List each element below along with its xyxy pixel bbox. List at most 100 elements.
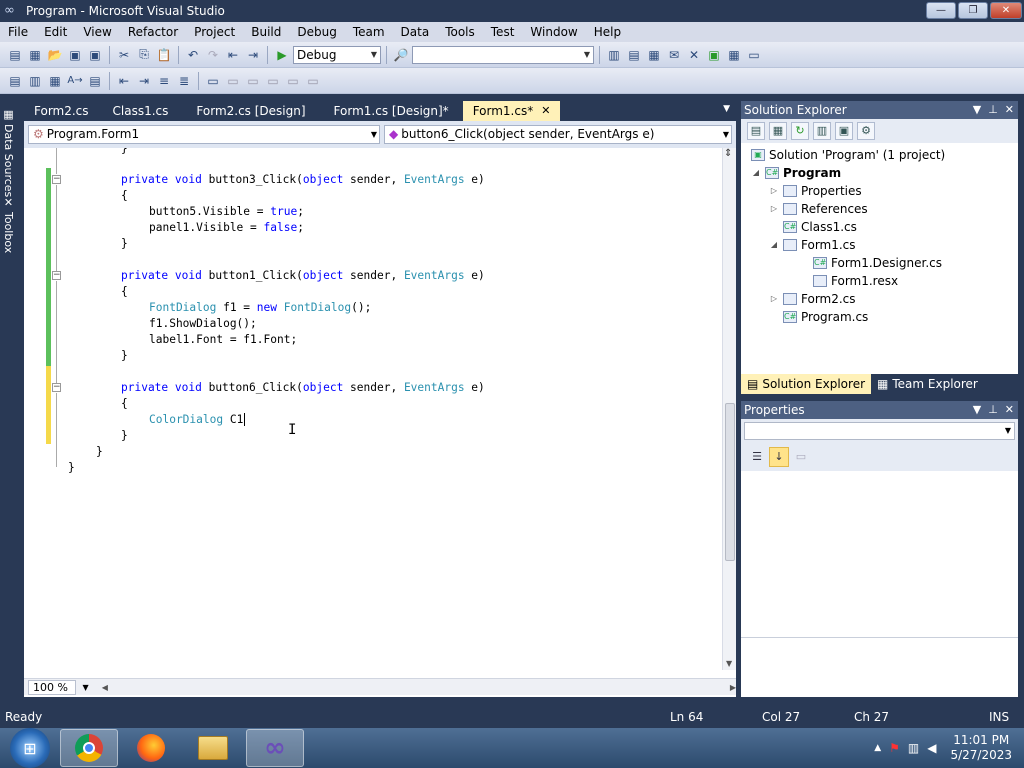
tab-close-icon[interactable]: ✕ bbox=[541, 101, 550, 121]
tree-node-form1-resx[interactable]: Form1.resx bbox=[813, 272, 898, 290]
members-dropdown[interactable]: ◆ button6_Click(object sender, EventArgs … bbox=[384, 125, 732, 144]
horizontal-scrollbar[interactable]: 100 % ▼ ◀ ▶ bbox=[24, 678, 736, 695]
scroll-right-icon[interactable]: ▶ bbox=[730, 683, 736, 692]
menu-build[interactable]: Build bbox=[243, 25, 289, 39]
pin-icon[interactable]: ⊥ bbox=[988, 101, 998, 119]
undo-icon[interactable]: ↶ bbox=[184, 46, 202, 64]
volume-icon[interactable]: ◀ bbox=[927, 741, 936, 755]
new-project-icon[interactable]: ▤ bbox=[6, 46, 24, 64]
add-item-icon[interactable]: ▦ bbox=[26, 46, 44, 64]
close-button[interactable]: ✕ bbox=[990, 2, 1022, 19]
types-dropdown[interactable]: ⚙ Program.Form1 ▼ bbox=[28, 125, 380, 144]
scrollbar-thumb[interactable] bbox=[725, 403, 735, 561]
find-in-files-icon[interactable]: 🔎 bbox=[392, 46, 410, 64]
outdent-icon[interactable]: ⇤ bbox=[115, 72, 133, 90]
navigate-forward-icon[interactable]: ⇥ bbox=[244, 46, 262, 64]
view-code-icon[interactable]: ▥ bbox=[813, 122, 831, 140]
refresh-icon[interactable]: ↻ bbox=[791, 122, 809, 140]
tree-node-references[interactable]: ▷ References bbox=[769, 200, 868, 218]
solution-explorer-icon[interactable]: ▥ bbox=[605, 46, 623, 64]
tab-form2-design[interactable]: Form2.cs [Design] bbox=[182, 101, 319, 121]
action-center-icon[interactable]: ⚑ bbox=[889, 741, 900, 755]
tree-node-class1[interactable]: C# Class1.cs bbox=[783, 218, 857, 236]
object-selector-box[interactable]: ▼ bbox=[744, 422, 1015, 440]
maximize-button[interactable]: ❐ bbox=[958, 2, 988, 19]
clock[interactable]: 11:01 PM 5/27/2023 bbox=[950, 733, 1012, 763]
save-icon[interactable]: ▣ bbox=[66, 46, 84, 64]
vertical-scrollbar[interactable]: ⇕ ▼ bbox=[722, 148, 736, 670]
scroll-down-icon[interactable]: ▼ bbox=[726, 659, 732, 668]
class-diagram-icon[interactable]: ⚙ bbox=[857, 122, 875, 140]
tab-class1-cs[interactable]: Class1.cs bbox=[99, 101, 183, 121]
tab-form1-cs[interactable]: Form1.cs* ✕ bbox=[462, 101, 561, 121]
taskbar-chrome[interactable] bbox=[60, 729, 118, 767]
property-pages-icon[interactable]: ▭ bbox=[791, 447, 811, 467]
tree-node-solution[interactable]: ▣ Solution 'Program' (1 project) bbox=[751, 146, 945, 164]
next-bookmark-folder-icon[interactable]: ▭ bbox=[284, 72, 302, 90]
chevron-down-icon[interactable]: ▼ bbox=[723, 104, 730, 114]
clear-bookmarks-icon[interactable]: ▭ bbox=[304, 72, 322, 90]
menu-data[interactable]: Data bbox=[393, 25, 438, 39]
configuration-select[interactable]: Debug ▼ bbox=[293, 45, 381, 64]
redo-icon[interactable]: ↷ bbox=[204, 46, 222, 64]
taskbar-firefox[interactable] bbox=[122, 729, 180, 767]
split-handle-icon[interactable]: ⇕ bbox=[724, 148, 732, 159]
collapse-icon[interactable]: − bbox=[52, 175, 61, 184]
start-debugging-icon[interactable]: ▶ bbox=[273, 46, 291, 64]
show-hidden-icons-icon[interactable]: ▲ bbox=[874, 743, 881, 753]
menu-project[interactable]: Project bbox=[186, 25, 243, 39]
scroll-left-icon[interactable]: ◀ bbox=[102, 683, 108, 692]
menu-help[interactable]: Help bbox=[586, 25, 629, 39]
panel-menu-icon[interactable]: ▼ bbox=[973, 401, 981, 419]
tree-node-form2[interactable]: ▷ Form2.cs bbox=[769, 290, 856, 308]
toolbox-icon[interactable]: ✉ bbox=[665, 46, 683, 64]
prev-bookmark-icon[interactable]: ▭ bbox=[224, 72, 242, 90]
save-all-icon[interactable]: ▣ bbox=[86, 46, 104, 64]
display-word-icon[interactable]: ▤ bbox=[86, 72, 104, 90]
comment-icon[interactable]: ≡ bbox=[155, 72, 173, 90]
next-bookmark-icon[interactable]: ▭ bbox=[244, 72, 262, 90]
menu-debug[interactable]: Debug bbox=[289, 25, 344, 39]
tree-node-project[interactable]: ◢ C# Program bbox=[751, 164, 841, 182]
indent-icon[interactable]: ⇥ bbox=[135, 72, 153, 90]
complete-word-icon[interactable]: A→ bbox=[66, 72, 84, 90]
parameter-info-icon[interactable]: ▥ bbox=[26, 72, 44, 90]
properties-icon[interactable]: ▤ bbox=[747, 122, 765, 140]
more-windows-icon[interactable]: ▭ bbox=[745, 46, 763, 64]
panel-menu-icon[interactable]: ▼ bbox=[973, 101, 981, 119]
menu-window[interactable]: Window bbox=[522, 25, 585, 39]
tree-node-properties[interactable]: ▷ Properties bbox=[769, 182, 862, 200]
tab-form2-cs[interactable]: Form2.cs bbox=[24, 101, 99, 121]
quick-info-icon[interactable]: ▦ bbox=[46, 72, 64, 90]
open-file-icon[interactable]: 📂 bbox=[46, 46, 64, 64]
menu-team[interactable]: Team bbox=[345, 25, 393, 39]
menu-file[interactable]: File bbox=[0, 25, 36, 39]
start-button[interactable]: ⊞ bbox=[10, 728, 50, 768]
collapse-icon[interactable]: − bbox=[52, 271, 61, 280]
categorized-icon[interactable]: ☰ bbox=[747, 447, 767, 467]
bookmark-icon[interactable]: ▭ bbox=[204, 72, 222, 90]
menu-edit[interactable]: Edit bbox=[36, 25, 75, 39]
properties-window-icon[interactable]: ▤ bbox=[625, 46, 643, 64]
toolbox-tab[interactable]: ✕ Toolbox bbox=[2, 196, 15, 253]
tools-icon[interactable]: ✕ bbox=[685, 46, 703, 64]
menu-refactor[interactable]: Refactor bbox=[120, 25, 186, 39]
tab-form1-design[interactable]: Form1.cs [Design]* bbox=[320, 101, 463, 121]
network-icon[interactable]: ▥ bbox=[908, 741, 919, 755]
tab-solution-explorer[interactable]: ▤ Solution Explorer bbox=[741, 374, 872, 394]
menu-view[interactable]: View bbox=[75, 25, 119, 39]
view-designer-icon[interactable]: ▣ bbox=[835, 122, 853, 140]
tab-team-explorer[interactable]: ▦ Team Explorer bbox=[871, 374, 984, 394]
cut-icon[interactable]: ✂ bbox=[115, 46, 133, 64]
close-icon[interactable]: ✕ bbox=[1005, 401, 1014, 419]
taskbar-visual-studio[interactable]: ∞ bbox=[246, 729, 304, 767]
navigate-backward-icon[interactable]: ⇤ bbox=[224, 46, 242, 64]
tree-node-program[interactable]: C# Program.cs bbox=[783, 308, 868, 326]
member-list-icon[interactable]: ▤ bbox=[6, 72, 24, 90]
tree-node-form1[interactable]: ◢ Form1.cs bbox=[769, 236, 856, 254]
data-sources-tab[interactable]: ▦ Data Sources bbox=[2, 108, 15, 197]
class-view-icon[interactable]: ▦ bbox=[725, 46, 743, 64]
prev-bookmark-folder-icon[interactable]: ▭ bbox=[264, 72, 282, 90]
uncomment-icon[interactable]: ≣ bbox=[175, 72, 193, 90]
show-all-files-icon[interactable]: ▦ bbox=[769, 122, 787, 140]
